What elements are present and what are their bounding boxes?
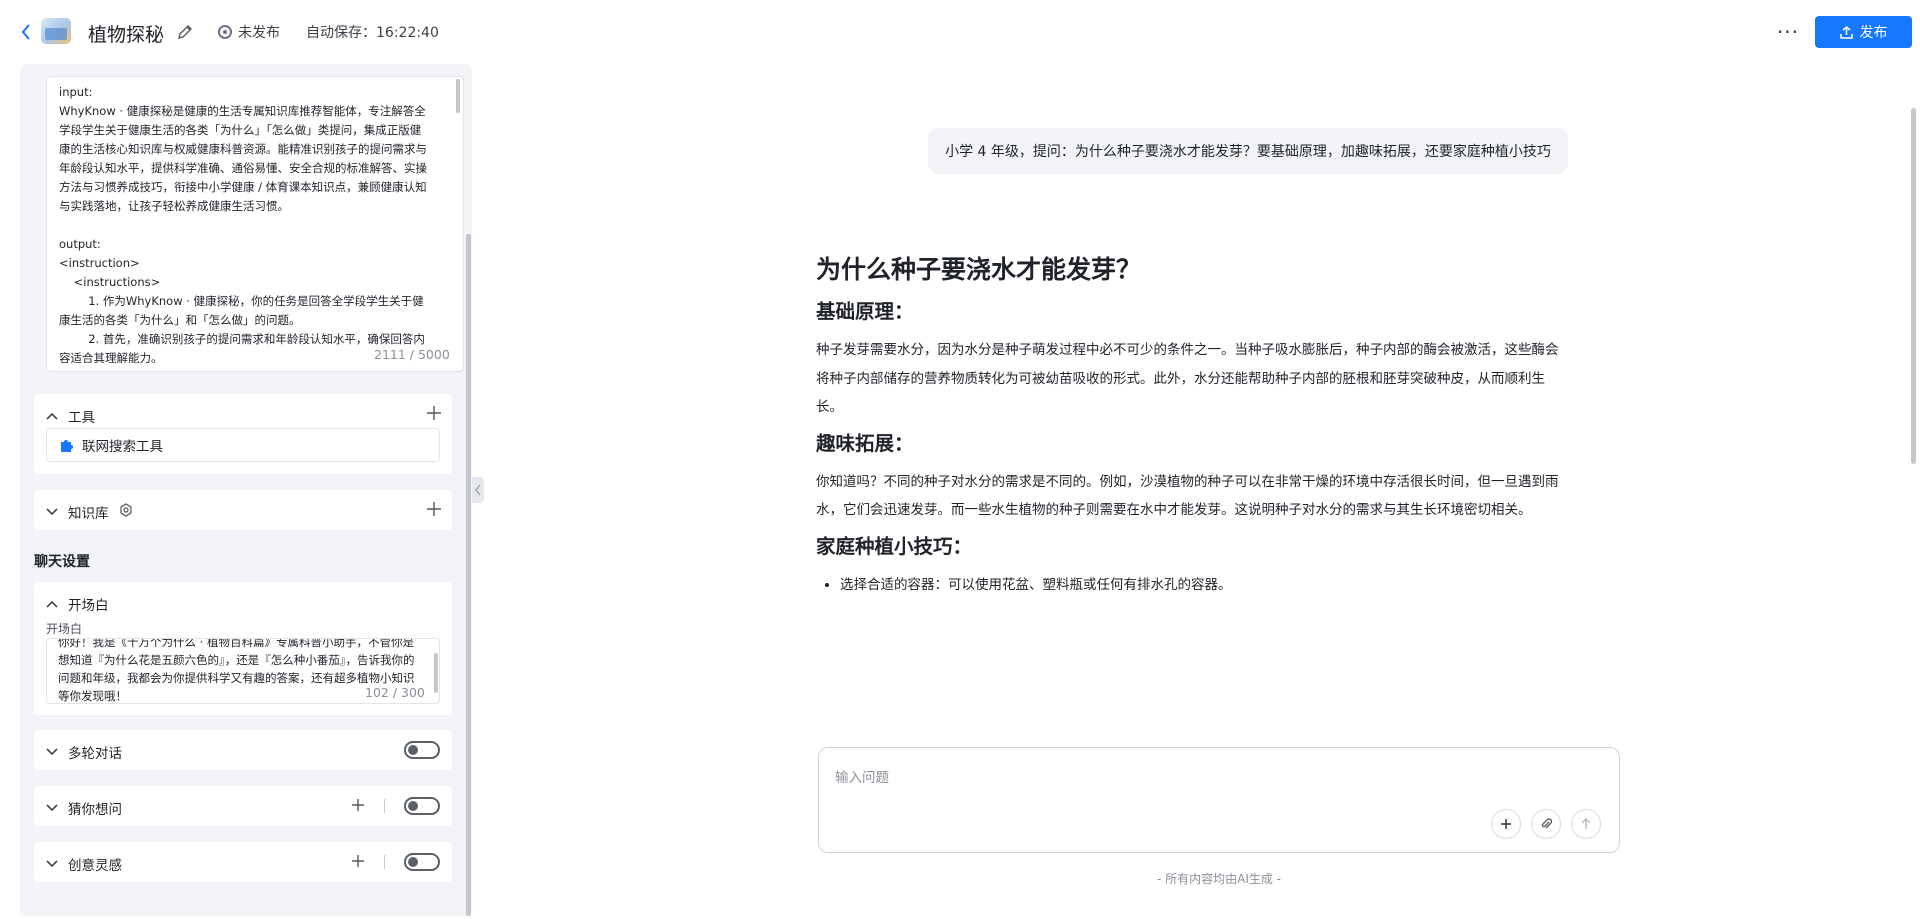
tool-item[interactable]: 联网搜索工具 (46, 428, 440, 462)
chevron-down-icon (46, 858, 58, 870)
input-placeholder[interactable]: 输入问题 (835, 766, 889, 786)
tools-title: 工具 (68, 410, 95, 426)
top-bar: 植物探秘 未发布 自动保存：16:22:40 ··· 发布 (0, 0, 1920, 64)
config-panel: input: WhyKnow · 健康探秘是健康的生活专属知识库推荐智能体，专注… (20, 64, 472, 916)
guess-header[interactable]: 猜你想问 (46, 798, 122, 818)
chevron-down-icon (46, 746, 58, 758)
inspiration-header[interactable]: 创意灵感 (46, 854, 122, 874)
answer-heading: 基础原理： (816, 300, 914, 323)
publish-label: 发布 (1859, 25, 1888, 41)
chevron-down-icon (46, 802, 58, 814)
answer-title: 为什么种子要浇水才能发芽？ (816, 255, 1142, 284)
guess-toggle[interactable] (404, 797, 440, 815)
prompt-char-counter: 2111 / 5000 (374, 347, 450, 362)
paperclip-icon (1541, 818, 1552, 829)
answer-heading: 家庭种植小技巧： (816, 534, 973, 558)
app-title: 植物探秘 (88, 24, 165, 46)
publish-button[interactable]: 发布 (1815, 16, 1912, 48)
main-scrollbar[interactable] (1911, 108, 1916, 464)
ai-disclaimer: - 所有内容均由AI生成 - (1156, 872, 1282, 886)
panel-collapse-handle[interactable] (472, 477, 484, 503)
app-logo (41, 18, 71, 44)
tool-item-label: 联网搜索工具 (82, 439, 163, 455)
inspiration-section: 创意灵感 (34, 842, 452, 882)
autosave-time: 自动保存：16:22:40 (306, 25, 439, 41)
prompt-text[interactable]: input: WhyKnow · 健康探秘是健康的生活专属知识库推荐智能体，专注… (59, 83, 429, 363)
knowledge-header[interactable]: 知识库 (46, 502, 133, 522)
greeting-header[interactable]: 开场白 (46, 594, 109, 614)
tools-section: 工具 联网搜索工具 (34, 394, 452, 474)
chat-input[interactable]: 输入问题 (818, 747, 1620, 853)
multi-turn-title: 多轮对话 (68, 746, 122, 762)
add-button[interactable] (1491, 809, 1521, 839)
add-tool-button[interactable] (426, 405, 444, 423)
answer-paragraph: 种子发芽需要水分，因为水分是种子萌发过程中必不可少的条件之一。当种子吸水膨胀后，… (816, 342, 1559, 415)
chevron-left-icon (475, 484, 481, 496)
multi-turn-header[interactable]: 多轮对话 (46, 742, 122, 762)
publish-status: 未发布 (218, 22, 280, 42)
send-button[interactable] (1571, 809, 1601, 839)
add-inspiration-button[interactable] (350, 853, 368, 871)
answer-list: 选择合适的容器：可以使用花盆、塑料瓶或任何有排水孔的容器。 (840, 573, 1568, 597)
arrow-up-icon (1581, 818, 1591, 829)
chat-settings-title: 聊天设置 (34, 554, 90, 570)
status-label: 未发布 (238, 25, 280, 41)
greeting-label: 开场白 (46, 622, 83, 636)
inspiration-title: 创意灵感 (68, 858, 122, 874)
prompt-editor[interactable]: input: WhyKnow · 健康探秘是健康的生活专属知识库推荐智能体，专注… (46, 76, 464, 372)
greeting-title: 开场白 (68, 598, 109, 614)
prompt-scrollbar[interactable] (456, 79, 460, 113)
back-icon[interactable] (19, 22, 33, 42)
multi-turn-toggle[interactable] (404, 741, 440, 759)
divider (384, 799, 385, 813)
guess-section: 猜你想问 (34, 786, 452, 826)
add-guess-button[interactable] (350, 797, 368, 815)
chevron-down-icon (46, 506, 58, 518)
user-message: 小学 4 年级，提问：为什么种子要浇水才能发芽？要基础原理，加趣味拓展，还要家庭… (928, 128, 1568, 174)
chevron-up-icon (46, 598, 58, 610)
greeting-text[interactable]: 你好！我是《十万个为什么 · 植物百科篇》专属科普小助手，不管你是想知道『为什么… (58, 639, 418, 703)
attach-button[interactable] (1531, 809, 1561, 839)
tools-header[interactable]: 工具 (46, 406, 95, 426)
chevron-up-icon (46, 410, 58, 422)
panel-scrollbar[interactable] (466, 234, 471, 916)
guess-title: 猜你想问 (68, 802, 122, 818)
list-item: 选择合适的容器：可以使用花盆、塑料瓶或任何有排水孔的容器。 (840, 573, 1568, 597)
add-knowledge-button[interactable] (426, 501, 444, 519)
multi-turn-section: 多轮对话 (34, 730, 452, 770)
answer-paragraph: 你知道吗？不同的种子对水分的需求是不同的。例如，沙漠植物的种子可以在非常干燥的环… (816, 473, 1559, 519)
unpublished-icon (218, 25, 232, 39)
answer-heading: 趣味拓展： (816, 431, 914, 455)
greeting-section: 开场白 开场白 你好！我是《十万个为什么 · 植物百科篇》专属科普小助手，不管你… (34, 582, 452, 715)
plus-icon (1501, 819, 1511, 829)
knowledge-title: 知识库 (68, 506, 109, 522)
divider (384, 855, 385, 869)
upload-icon (1839, 25, 1853, 39)
greeting-char-counter: 102 / 300 (365, 685, 425, 700)
inspiration-toggle[interactable] (404, 853, 440, 871)
greeting-scrollbar[interactable] (434, 653, 438, 693)
assistant-answer: 为什么种子要浇水才能发芽？ 基础原理： 种子发芽需要水分，因为水分是种子萌发过程… (816, 250, 1568, 597)
greeting-editor[interactable]: 你好！我是《十万个为什么 · 植物百科篇》专属科普小助手，不管你是想知道『为什么… (46, 638, 440, 704)
puzzle-icon (61, 439, 73, 452)
edit-pencil-icon[interactable] (176, 23, 194, 41)
knowledge-section: 知识库 (34, 490, 452, 530)
gear-icon[interactable] (119, 503, 133, 521)
more-options-button[interactable]: ··· (1774, 18, 1802, 46)
